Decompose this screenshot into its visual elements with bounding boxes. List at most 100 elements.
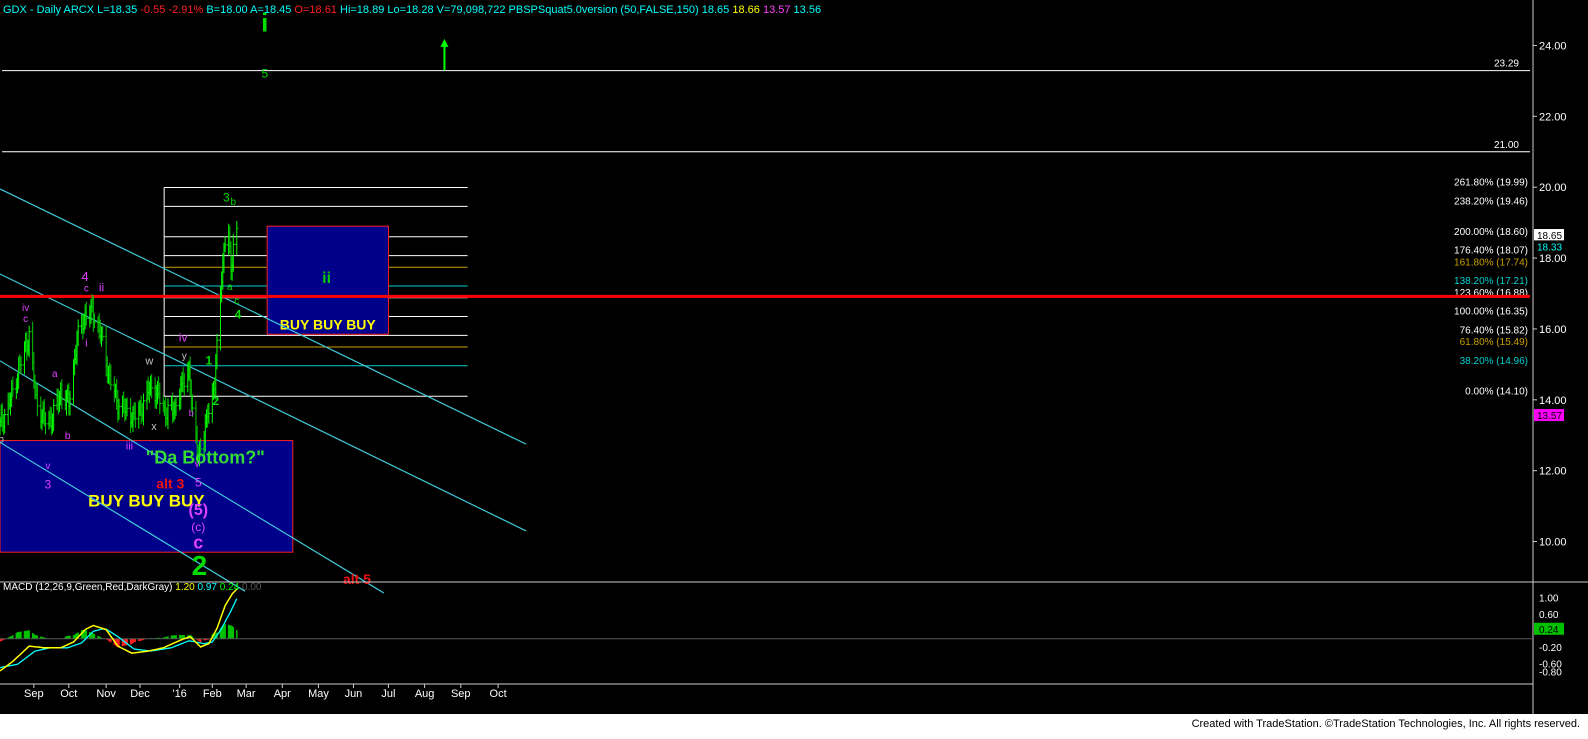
y-tick-label-6: 22.00 [1539,111,1567,123]
wave-label-9: 2 [212,394,219,408]
header-stat-6: Hi=18.89 [340,4,387,16]
wave-label-31: 3 [44,477,51,491]
x-tick-label-7: Apr [274,688,291,700]
wave-label-25: iv [22,303,29,314]
footer: Created with TradeStation. ©TradeStation… [0,714,1588,739]
wave-label-29: b [0,434,4,445]
wave-label-27: a [52,369,58,380]
wave-label-12: "Da Bottom?" [146,448,265,468]
header-stat-11: 18.66 [732,4,763,16]
x-tick-label-13: Oct [490,688,507,700]
x-tick-label-10: Jul [381,688,395,700]
y-tick-label-1: 12.00 [1539,466,1567,478]
y-tick-label-0: 10.00 [1539,537,1567,549]
wave-label-26: c [23,314,28,325]
x-tick-label-6: Mar [237,688,256,700]
header-stat-12: 13.57 [763,4,794,16]
wave-label-35: b [189,408,194,418]
macd-header-value-0: 1.20 [175,582,197,593]
header-stat-1: -0.55 [140,4,168,16]
wave-label-33: w [144,355,153,367]
fib-level-label-0: 0.00% (14.10) [1465,386,1528,397]
macd-header-value-3: 0.00 [242,582,262,593]
x-tick-label-12: Sep [451,688,471,700]
y-tick-label-4: 18.00 [1539,253,1567,265]
wave-label-5: c [234,296,239,307]
header-title: GDX - Daily ARCX [3,4,97,16]
wave-label-13: alt 3 [156,475,184,491]
wave-label-15: 5 [195,476,202,490]
wave-label-8: 1 [205,353,212,367]
macd-tick-3: -0.20 [1539,643,1562,654]
wave-label-3: b [231,197,237,208]
header-stat-10: 18.65 [702,4,733,16]
header-stat-9: PBSPSquat5.0version (50,FALSE,150) [509,4,702,16]
price-box-label-1: 18.33 [1537,242,1562,253]
fib-level-label-4: 100.00% (16.35) [1454,307,1528,318]
wave-label-32: iii [126,440,133,452]
header-stat-4: A=18.45 [250,4,294,16]
x-tick-label-3: Dec [130,688,150,700]
macd-header-value-1: 0.97 [198,582,220,593]
wave-label-23: ii [99,281,104,295]
macd-tick-5: -0.80 [1539,668,1562,679]
fib-level-label-11: 261.80% (19.99) [1454,178,1528,189]
macd-tick-0: 1.00 [1539,593,1559,604]
wave-label-21: 4 [82,269,89,284]
wave-label-2: 3 [223,190,230,204]
x-tick-label-2: Nov [96,688,116,700]
header-stat-3: B=18.00 [206,4,250,16]
header-stat-13: 13.56 [794,4,822,16]
chart-header: GDX - Daily ARCX L=18.35 -0.55 -2.91% B=… [3,4,821,16]
wave-label-24: i [85,338,87,350]
fib-level-label-3: 76.40% (15.82) [1460,325,1528,336]
wave-label-11: y [182,351,187,362]
x-tick-label-1: Oct [60,688,77,700]
fib-level-label-7: 161.80% (17.74) [1454,257,1528,268]
horizontal-line-label-0: 21.00 [1494,140,1519,151]
header-stat-7: Lo=18.28 [387,4,436,16]
macd-header-value-2: 0.24 [220,582,242,593]
horizontal-line-label-1: 23.29 [1494,59,1519,70]
wave-label-30: v [45,461,50,472]
wave-label-1: 5 [261,66,268,80]
wave-label-20: alt 5 [343,571,371,587]
x-tick-label-8: May [308,688,329,700]
wave-label-14: v [195,459,200,470]
chart-canvas: 0.00% (14.10) 38.20% (14.96) 61.80% (15.49… [0,0,1588,714]
wave-label-7: ii [322,270,331,287]
fib-level-label-6: 138.20% (17.21) [1454,276,1528,287]
wave-label-34: x [151,421,157,433]
wave-label-16: (5) [189,502,209,519]
y-tick-label-3: 16.00 [1539,324,1567,336]
macd-header-label: MACD (12,26,9,Green,Red,DarkGray) [3,582,175,593]
footer-credit: Created with TradeStation. ©TradeStation… [1191,718,1580,730]
fib-level-label-2: 61.80% (15.49) [1460,337,1528,348]
y-tick-label-5: 20.00 [1539,182,1567,194]
fib-level-label-10: 238.20% (19.46) [1454,196,1528,207]
x-tick-label-0: Sep [24,688,44,700]
wave-label-19: 2 [192,550,208,581]
x-tick-label-4: '16 [172,688,186,700]
chart-background [0,0,1588,714]
fib-level-label-9: 200.00% (18.60) [1454,227,1528,238]
x-tick-label-9: Jun [345,688,363,700]
price-box-label-2: 13.57 [1537,411,1562,422]
x-tick-label-5: Feb [203,688,222,700]
header-stat-2: -2.91% [168,4,206,16]
wave-label-28: b [65,431,71,442]
wave-label-10: iv [179,330,188,344]
macd-tick-1: 0.60 [1539,610,1559,621]
y-tick-label-7: 24.00 [1539,40,1567,52]
header-stat-5: O=18.61 [294,4,340,16]
header-stat-8: V=79,098,722 [437,4,509,16]
buy-zone-label-1: BUY BUY BUY [280,316,377,332]
header-stat-0: L=18.35 [97,4,140,16]
wave-label-6: 4 [235,307,242,321]
macd-header: MACD (12,26,9,Green,Red,DarkGray) 1.20 0… [3,582,262,593]
wave-label-22: c [84,284,89,295]
wave-label-4: a [227,282,233,293]
fib-level-label-1: 38.20% (14.96) [1460,356,1528,367]
macd-tick-2: 0.24 [1539,625,1559,636]
x-tick-label-11: Aug [415,688,435,700]
